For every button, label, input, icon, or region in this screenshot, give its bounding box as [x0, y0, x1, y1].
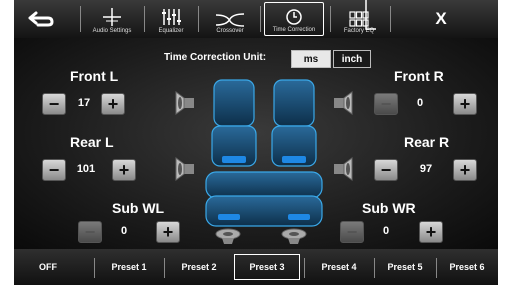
plus-icon: +: [118, 160, 130, 180]
minus-icon: −: [346, 222, 358, 242]
plus-icon: +: [162, 222, 174, 242]
sub-wl-increase-button[interactable]: +: [156, 221, 180, 243]
preset-off-label: OFF: [39, 262, 57, 272]
sub-wr-value: 0: [382, 225, 390, 237]
preset-label: Preset 4: [321, 262, 357, 272]
front-l-decrease-button[interactable]: −: [42, 93, 66, 115]
preset-1-button[interactable]: Preset 1: [96, 254, 162, 280]
front-l-increase-button[interactable]: +: [101, 93, 125, 115]
rear-r-value: 97: [419, 163, 433, 175]
rear-r-increase-button[interactable]: +: [453, 159, 477, 181]
preset-label: Preset 2: [181, 262, 217, 272]
sub-wr-decrease-button[interactable]: −: [340, 221, 364, 243]
plus-icon: +: [459, 160, 471, 180]
car-seats-diagram: [205, 79, 323, 227]
preset-4-button[interactable]: Preset 4: [306, 254, 372, 280]
rear-l-label: Rear L: [70, 134, 114, 150]
sub-wl-value: 0: [120, 225, 128, 237]
rear-r-decrease-button[interactable]: −: [374, 159, 398, 181]
sub-wr-increase-button[interactable]: +: [419, 221, 443, 243]
preset-bar: OFF Preset 1 Preset 2 Preset 3 Preset 4 …: [14, 249, 498, 285]
plus-icon: +: [107, 94, 119, 114]
minus-icon: −: [84, 222, 96, 242]
front-r-increase-button[interactable]: +: [453, 93, 477, 115]
sub-wr-label: Sub WR: [362, 200, 416, 216]
sub-right-woofer-icon: [281, 228, 307, 244]
time-correction-screen: Audio Settings Equalizer Crossover Time …: [14, 0, 498, 285]
front-left-speaker-icon: [175, 91, 194, 115]
front-right-seat: [271, 79, 317, 167]
preset-off-button[interactable]: OFF: [18, 254, 78, 280]
front-r-value: 0: [416, 97, 424, 109]
preset-label: Preset 1: [111, 262, 147, 272]
preset-5-button[interactable]: Preset 5: [376, 254, 434, 280]
minus-icon: −: [48, 160, 60, 180]
plus-icon: +: [425, 222, 437, 242]
rear-right-speaker-icon: [334, 157, 353, 181]
sub-wl-decrease-button[interactable]: −: [78, 221, 102, 243]
preset-2-button[interactable]: Preset 2: [166, 254, 232, 280]
front-left-seat: [211, 79, 257, 167]
sub-left-woofer-icon: [215, 228, 241, 244]
rear-l-value: 101: [76, 163, 96, 175]
preset-6-button[interactable]: Preset 6: [438, 254, 496, 280]
preset-label: Preset 3: [249, 262, 285, 272]
rear-l-decrease-button[interactable]: −: [42, 159, 66, 181]
preset-label: Preset 6: [449, 262, 485, 272]
rear-r-label: Rear R: [404, 134, 450, 150]
preset-label: Preset 5: [387, 262, 423, 272]
plus-icon: +: [459, 94, 471, 114]
front-r-decrease-button[interactable]: −: [374, 93, 398, 115]
rear-bench-seat: [205, 171, 323, 227]
rear-l-increase-button[interactable]: +: [112, 159, 136, 181]
callout-line: [365, 0, 376, 30]
front-l-value: 17: [77, 97, 91, 109]
minus-icon: −: [48, 94, 60, 114]
minus-icon: −: [380, 94, 392, 114]
sub-wl-label: Sub WL: [112, 200, 165, 216]
front-right-speaker-icon: [334, 91, 353, 115]
preset-3-button[interactable]: Preset 3: [234, 254, 300, 280]
rear-left-speaker-icon: [175, 157, 194, 181]
minus-icon: −: [380, 160, 392, 180]
